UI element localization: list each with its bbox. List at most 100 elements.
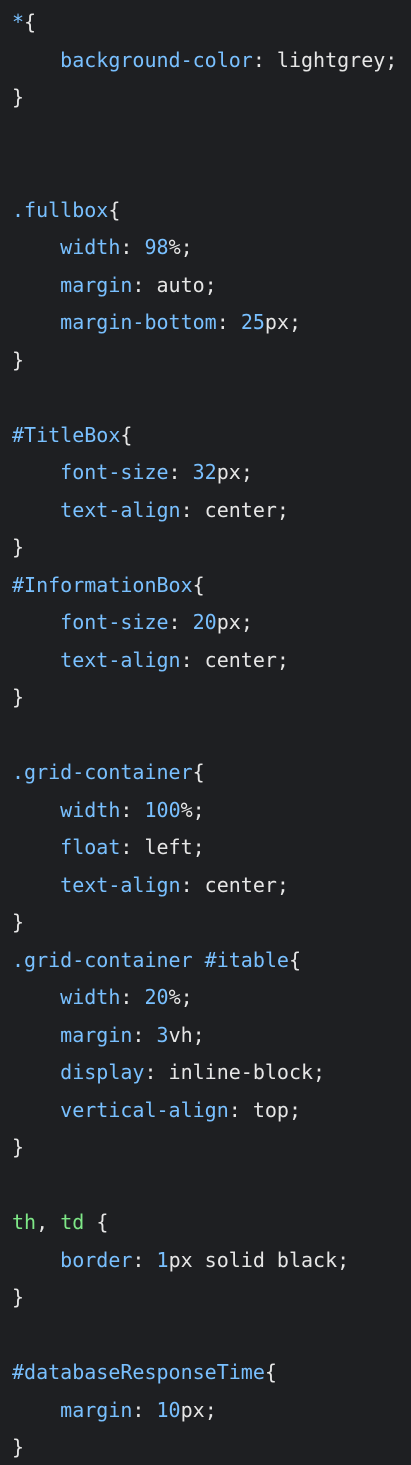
code-token: 100: [144, 797, 181, 822]
code-token: background-color: [60, 47, 253, 72]
code-line: vertical-align: top;: [12, 1095, 301, 1125]
code-token: width: [60, 235, 121, 259]
code-line: .grid-container{: [12, 757, 205, 787]
code-token: text-align: [60, 647, 181, 672]
code-token: float: [60, 835, 121, 859]
code-token: text-align: [60, 497, 181, 522]
code-token: 20: [144, 985, 169, 1009]
code-line: text-align: center;: [12, 870, 289, 900]
code-token: width: [60, 797, 121, 822]
code-line: #databaseResponseTime{: [12, 1357, 277, 1387]
code-token: }: [12, 347, 25, 372]
code-line: }: [12, 1282, 24, 1312]
code-token: }: [12, 1285, 25, 1309]
code-line: font-size: 32px;: [12, 457, 253, 487]
code-line: }: [12, 1132, 24, 1162]
code-line: width: 100%;: [12, 795, 205, 825]
code-token: }: [12, 1435, 25, 1459]
code-line: *{: [12, 7, 36, 37]
code-token: {: [84, 1210, 109, 1234]
code-token: margin: [60, 272, 133, 297]
code-token: 10: [156, 1397, 181, 1422]
code-view[interactable]: *{ background-color: lightgrey;} .fullbox…: [0, 0, 411, 1465]
code-token: : left;: [120, 835, 205, 859]
code-line: }: [12, 532, 24, 562]
code-token: : center;: [180, 497, 289, 522]
code-token: :: [132, 1022, 157, 1047]
code-token: {: [108, 197, 121, 222]
code-token: {: [24, 10, 37, 34]
code-token: #TitleBox: [12, 422, 121, 447]
code-token: px solid black;: [168, 1247, 350, 1272]
code-token: :: [132, 1247, 157, 1272]
code-token: :: [168, 610, 193, 634]
code-token: : top;: [228, 1097, 301, 1122]
code-token: 25: [240, 310, 265, 334]
code-token: :: [132, 1397, 157, 1422]
code-token: : auto;: [132, 272, 217, 297]
code-line: margin: 10px;: [12, 1395, 217, 1425]
code-token: td: [60, 1210, 85, 1234]
code-token: %;: [168, 235, 193, 259]
code-token: #InformationBox: [12, 572, 193, 597]
code-token: :: [120, 235, 145, 259]
code-token: %;: [180, 797, 205, 822]
code-line: th, td {: [12, 1207, 108, 1237]
code-token: }: [12, 85, 25, 109]
code-token: 3: [156, 1022, 169, 1047]
code-line: border: 1px solid black;: [12, 1245, 349, 1275]
code-line: }: [12, 1432, 24, 1462]
code-token: }: [12, 535, 25, 559]
code-line: .fullbox{: [12, 195, 120, 225]
code-token: .grid-container #itable: [12, 947, 289, 972]
code-token: text-align: [60, 872, 181, 897]
code-token: px;: [180, 1397, 217, 1422]
code-token: margin: [60, 1397, 133, 1422]
code-token: : lightgrey;: [252, 47, 398, 72]
code-token: 98: [144, 235, 169, 259]
code-line: display: inline-block;: [12, 1057, 325, 1087]
code-token: .fullbox: [12, 197, 109, 222]
code-token: px;: [216, 610, 253, 634]
code-line: width: 20%;: [12, 982, 193, 1012]
code-token: font-size: [60, 460, 169, 484]
code-token: th: [12, 1210, 37, 1234]
code-token: margin-bottom: [60, 310, 217, 334]
code-line: #InformationBox{: [12, 570, 205, 600]
code-token: margin: [60, 1022, 133, 1047]
code-token: 1: [156, 1247, 169, 1272]
code-line: font-size: 20px;: [12, 607, 253, 637]
code-line: text-align: center;: [12, 645, 289, 675]
code-token: {: [264, 1360, 277, 1384]
code-token: #databaseResponseTime: [12, 1360, 265, 1384]
code-token: display: [60, 1060, 145, 1084]
code-line: margin: auto;: [12, 270, 217, 300]
code-token: font-size: [60, 610, 169, 634]
code-token: }: [12, 1135, 25, 1159]
code-token: 32: [192, 460, 217, 484]
code-token: vertical-align: [60, 1097, 229, 1122]
code-token: {: [192, 760, 205, 784]
code-line: .grid-container #itable{: [12, 945, 301, 975]
code-token: {: [120, 422, 133, 447]
code-line: }: [12, 345, 24, 375]
code-line: }: [12, 82, 24, 112]
code-line: width: 98%;: [12, 232, 193, 262]
code-token: }: [12, 910, 25, 934]
code-token: :: [120, 985, 145, 1009]
code-line: background-color: lightgrey;: [12, 45, 397, 75]
